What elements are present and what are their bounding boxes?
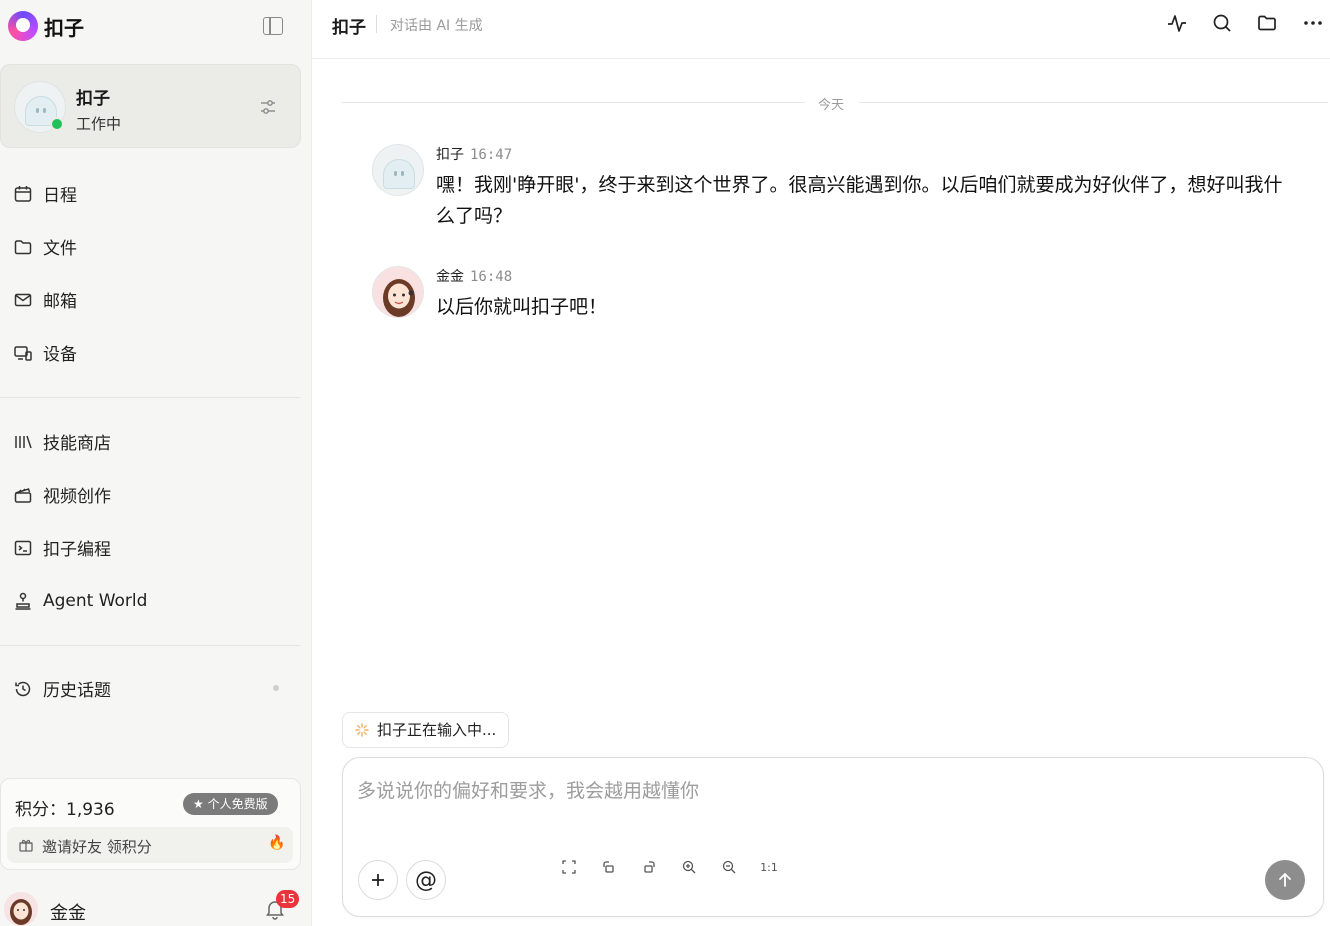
rotate-left-icon[interactable]: [601, 859, 617, 875]
sidebar-item-schedule[interactable]: 日程: [0, 167, 312, 220]
brand[interactable]: 扣子: [8, 10, 84, 42]
plus-icon: [372, 874, 384, 886]
calendar-icon: [13, 184, 33, 204]
message-sender: 扣子: [436, 147, 464, 163]
spinner-icon: [355, 723, 369, 737]
terminal-icon: [13, 538, 33, 558]
library-icon: [13, 432, 33, 452]
sidebar-toggle-icon[interactable]: [263, 17, 283, 35]
sidebar-item-history[interactable]: 历史话题: [0, 662, 312, 715]
chat-main: 扣子 对话由 AI 生成 今天 扣子 16:47 嘿！我刚'睁开眼'，终于来到这个…: [312, 0, 1330, 926]
notification-badge: 15: [276, 890, 300, 908]
message-item: 金金 16:48 以后你就叫扣子吧！: [372, 266, 1292, 326]
rotate-right-icon[interactable]: [641, 859, 657, 875]
message-item: 扣子 16:47 嘿！我刚'睁开眼'，终于来到这个世界了。很高兴能遇到你。以后咱们…: [372, 144, 1292, 234]
sidebar-item-label: 日程: [43, 186, 77, 206]
chat-header: 扣子 对话由 AI 生成: [312, 0, 1330, 59]
user-avatar: [4, 892, 38, 926]
user-avatar: [372, 266, 424, 318]
user-name: 金金: [50, 903, 86, 924]
add-button[interactable]: [358, 860, 398, 900]
agent-status: 工作中: [76, 115, 122, 133]
online-status-dot: [50, 117, 64, 131]
folder-icon[interactable]: [1256, 12, 1278, 34]
mention-button[interactable]: @: [406, 860, 446, 900]
points-label: 积分：1,936: [15, 800, 115, 820]
date-divider-label: 今天: [818, 98, 845, 113]
sidebar-item-label: 扣子编程: [43, 540, 111, 560]
nav-history: 历史话题: [0, 662, 312, 715]
activity-icon[interactable]: [1166, 12, 1188, 34]
sidebar: 扣子 扣子 工作中 日程 文件 邮箱 设备 技能商店 视频创作 扣子编程 Age…: [0, 0, 312, 926]
devices-icon: [13, 343, 33, 363]
agent-name: 扣子: [76, 89, 110, 109]
sidebar-item-skill-store[interactable]: 技能商店: [0, 415, 312, 468]
sidebar-item-files[interactable]: 文件: [0, 220, 312, 273]
brand-name: 扣子: [44, 15, 84, 40]
plan-badge[interactable]: ★ 个人免费版: [183, 793, 278, 815]
message-meta: 扣子 16:47: [436, 144, 512, 164]
divider-line: [859, 102, 1328, 103]
message-text: 嘿！我刚'睁开眼'，终于来到这个世界了。很高兴能遇到你。以后咱们就要成为好伙伴了…: [436, 174, 1283, 227]
message-input[interactable]: [357, 776, 1297, 836]
invite-label: 邀请好友 领积分: [42, 838, 152, 856]
ai-disclaimer: 对话由 AI 生成: [390, 18, 483, 34]
stamp-icon: [13, 591, 33, 611]
gift-icon: [19, 839, 33, 852]
divider-line: [342, 102, 805, 103]
more-icon[interactable]: [1302, 12, 1324, 34]
divider: [0, 645, 300, 646]
divider: [0, 397, 300, 398]
header-separator: [376, 15, 377, 33]
user-row[interactable]: 金金 15: [0, 888, 312, 926]
sidebar-item-video[interactable]: 视频创作: [0, 468, 312, 521]
message-composer: @ 1:1: [342, 757, 1324, 917]
clapper-icon: [13, 485, 33, 505]
folder-icon: [13, 237, 33, 257]
arrow-up-icon: [1279, 873, 1291, 887]
sidebar-item-label: 邮箱: [43, 292, 77, 312]
fire-icon: 🔥: [268, 835, 286, 851]
at-icon: @: [415, 867, 437, 893]
sidebar-item-devices[interactable]: 设备: [0, 326, 312, 379]
typing-label: 扣子正在输入中...: [377, 721, 497, 739]
message-time: 16:48: [470, 269, 513, 285]
sidebar-item-label: Agent World: [43, 590, 148, 611]
nav-secondary: 技能商店 视频创作 扣子编程 Agent World: [0, 415, 312, 627]
sidebar-item-label: 文件: [43, 239, 77, 259]
actual-size-button[interactable]: 1:1: [760, 859, 778, 875]
date-divider: 今天: [342, 94, 1328, 113]
sidebar-item-agent-world[interactable]: Agent World: [0, 574, 312, 627]
sidebar-item-mail[interactable]: 邮箱: [0, 273, 312, 326]
zoom-in-icon[interactable]: [681, 859, 697, 875]
sidebar-item-label: 视频创作: [43, 487, 111, 507]
typing-indicator: 扣子正在输入中...: [342, 712, 510, 748]
nav-primary: 日程 文件 邮箱 设备: [0, 167, 312, 379]
brand-logo-icon: [8, 11, 38, 41]
message-sender: 金金: [436, 269, 464, 285]
plan-badge-label: 个人免费版: [207, 797, 268, 811]
agent-avatar: [372, 144, 424, 196]
agent-card[interactable]: 扣子 工作中: [0, 64, 301, 148]
ghost-icon: [383, 159, 415, 189]
history-indicator-dot: [273, 685, 279, 691]
sidebar-item-label: 历史话题: [43, 681, 111, 701]
send-button[interactable]: [1265, 860, 1305, 900]
message-meta: 金金 16:48: [436, 266, 512, 286]
fullscreen-icon[interactable]: [561, 859, 577, 875]
sidebar-item-label: 技能商店: [43, 434, 111, 454]
chat-title: 扣子: [332, 18, 366, 38]
sidebar-item-coding[interactable]: 扣子编程: [0, 521, 312, 574]
message-time: 16:47: [470, 147, 513, 163]
mail-icon: [13, 290, 33, 310]
sliders-icon[interactable]: [259, 98, 277, 116]
points-card: 积分：1,936 ★ 个人免费版 邀请好友 领积分 🔥: [0, 778, 301, 870]
message-text: 以后你就叫扣子吧！: [436, 296, 608, 318]
zoom-out-icon[interactable]: [721, 859, 737, 875]
search-icon[interactable]: [1211, 12, 1233, 34]
invite-button[interactable]: 邀请好友 领积分 🔥: [7, 827, 293, 863]
history-icon: [13, 679, 33, 699]
sidebar-item-label: 设备: [43, 345, 77, 365]
